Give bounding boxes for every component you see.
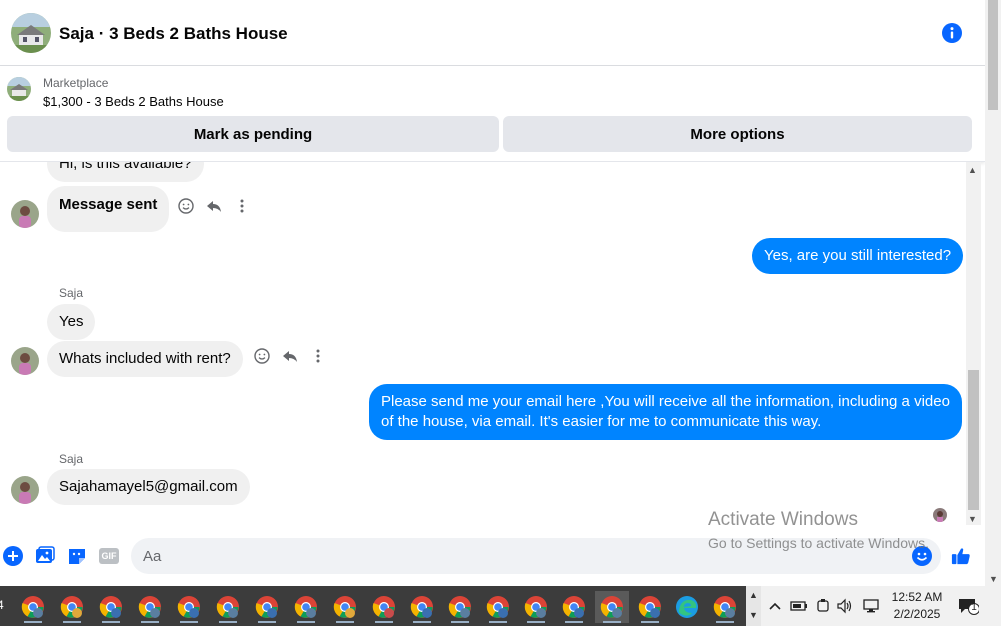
conversation-title[interactable]: Saja · 3 Beds 2 Baths House	[59, 24, 288, 44]
battery-icon[interactable]	[790, 598, 808, 614]
message-line: of the house, via email. It's easier for…	[381, 413, 822, 430]
sender-avatar[interactable]	[11, 476, 39, 504]
scroll-up-icon[interactable]: ▲	[749, 590, 758, 600]
plus-icon[interactable]	[3, 546, 23, 566]
react-emoji-icon[interactable]	[178, 198, 194, 214]
scroll-thumb[interactable]	[968, 370, 979, 510]
chrome-icon[interactable]	[16, 591, 50, 623]
page-scroll-thumb[interactable]	[988, 0, 998, 110]
message-bubble-outgoing[interactable]: Please send me your email here ,You will…	[369, 384, 962, 440]
message-actions	[254, 348, 326, 364]
chrome-icon[interactable]	[519, 591, 553, 623]
chrome-icon[interactable]	[405, 591, 439, 623]
like-icon[interactable]	[951, 546, 971, 566]
chrome-icon[interactable]	[633, 591, 667, 623]
message-scrollbar[interactable]: ▲ ▼	[966, 162, 981, 525]
chrome-icon[interactable]	[94, 591, 128, 623]
seen-avatar	[933, 508, 947, 522]
listing-thumbnail[interactable]	[7, 77, 31, 101]
chrome-icon[interactable]	[55, 591, 89, 623]
composer-bar: GIF	[0, 525, 985, 586]
message-list[interactable]: Hi, is this available? Message sent Yes,…	[0, 162, 966, 525]
scroll-down-icon[interactable]: ▼	[749, 610, 758, 620]
message-bubble-incoming[interactable]: Hi, is this available?	[47, 162, 204, 182]
network-icon[interactable]	[862, 598, 880, 614]
conversation-header: Saja · 3 Beds 2 Baths House	[0, 0, 985, 66]
more-vertical-icon[interactable]	[234, 198, 250, 214]
sender-name: Saja	[59, 286, 84, 300]
chrome-icon[interactable]	[443, 591, 477, 623]
sender-avatar[interactable]	[11, 200, 39, 228]
chrome-icon[interactable]	[481, 591, 515, 623]
image-icon[interactable]	[35, 546, 55, 566]
windows-taskbar: 4 ▲ ▼ 1 12:52 AM 2/2/2025	[0, 586, 1001, 626]
message-bubble-incoming[interactable]: Yes	[47, 304, 96, 340]
message-bubble-outgoing[interactable]: Yes, are you still interested?	[752, 238, 964, 274]
message-input[interactable]	[131, 538, 941, 574]
notification-icon[interactable]: 1	[957, 598, 979, 615]
more-vertical-icon[interactable]	[310, 348, 326, 364]
page-scrollbar[interactable]: ▼	[985, 0, 1001, 586]
listing-title[interactable]: $1,300 - 3 Beds 2 Baths House	[43, 94, 224, 109]
scroll-up-icon[interactable]: ▲	[968, 165, 977, 175]
reply-icon[interactable]	[282, 348, 298, 364]
messenger-window: Saja · 3 Beds 2 Baths House Marketplace …	[0, 0, 1001, 626]
marketplace-listing-bar: Marketplace $1,300 - 3 Beds 2 Baths Hous…	[0, 66, 985, 162]
more-options-button[interactable]: More options	[503, 116, 972, 152]
listing-source: Marketplace	[43, 76, 109, 90]
chevron-up-icon[interactable]	[766, 598, 784, 614]
message-bubble-incoming[interactable]: Whats included with rent?	[47, 341, 243, 377]
meet-now-icon[interactable]	[814, 598, 832, 614]
chrome-icon[interactable]	[367, 591, 401, 623]
notification-count: 1	[971, 602, 977, 613]
reply-icon[interactable]	[206, 198, 222, 214]
listing-avatar[interactable]	[11, 13, 51, 53]
scroll-down-icon[interactable]: ▼	[968, 514, 977, 524]
sender-avatar[interactable]	[11, 347, 39, 375]
page-scroll-down-icon[interactable]: ▼	[989, 574, 998, 584]
taskbar-partial-badge: 4	[0, 598, 4, 612]
chrome-icon[interactable]	[133, 591, 167, 623]
chrome-icon[interactable]	[289, 591, 323, 623]
sticker-icon[interactable]	[67, 546, 87, 566]
message-bubble-incoming[interactable]: Sajahamayel5@gmail.com	[47, 469, 250, 505]
gif-icon[interactable]: GIF	[98, 546, 120, 566]
message-sent-notice[interactable]: Message sent	[47, 186, 170, 232]
chrome-icon[interactable]	[211, 591, 245, 623]
sender-name: Saja	[59, 452, 84, 466]
chrome-icon[interactable]	[250, 591, 284, 623]
edge-icon[interactable]	[670, 591, 704, 623]
emoji-icon[interactable]	[912, 546, 932, 566]
chrome-icon[interactable]	[172, 591, 206, 623]
chrome-icon[interactable]	[557, 591, 591, 623]
taskbar-clock[interactable]: 12:52 AM 2/2/2025	[887, 589, 947, 623]
chrome-icon[interactable]	[708, 591, 742, 623]
clock-time: 12:52 AM	[891, 590, 943, 604]
taskbar-scroll-arrows[interactable]: ▲ ▼	[746, 586, 761, 626]
chrome-icon[interactable]	[328, 591, 362, 623]
clock-date: 2/2/2025	[893, 607, 941, 621]
message-line: Please send me your email here ,You will…	[381, 393, 950, 410]
chrome-icon-active[interactable]	[595, 591, 629, 623]
gif-label: GIF	[99, 548, 119, 564]
mark-as-pending-button[interactable]: Mark as pending	[7, 116, 499, 152]
system-tray: ▲ ▼ 1	[746, 586, 1001, 626]
volume-icon[interactable]	[836, 598, 854, 614]
info-icon[interactable]	[942, 23, 962, 43]
message-actions	[178, 198, 250, 214]
react-emoji-icon[interactable]	[254, 348, 270, 364]
